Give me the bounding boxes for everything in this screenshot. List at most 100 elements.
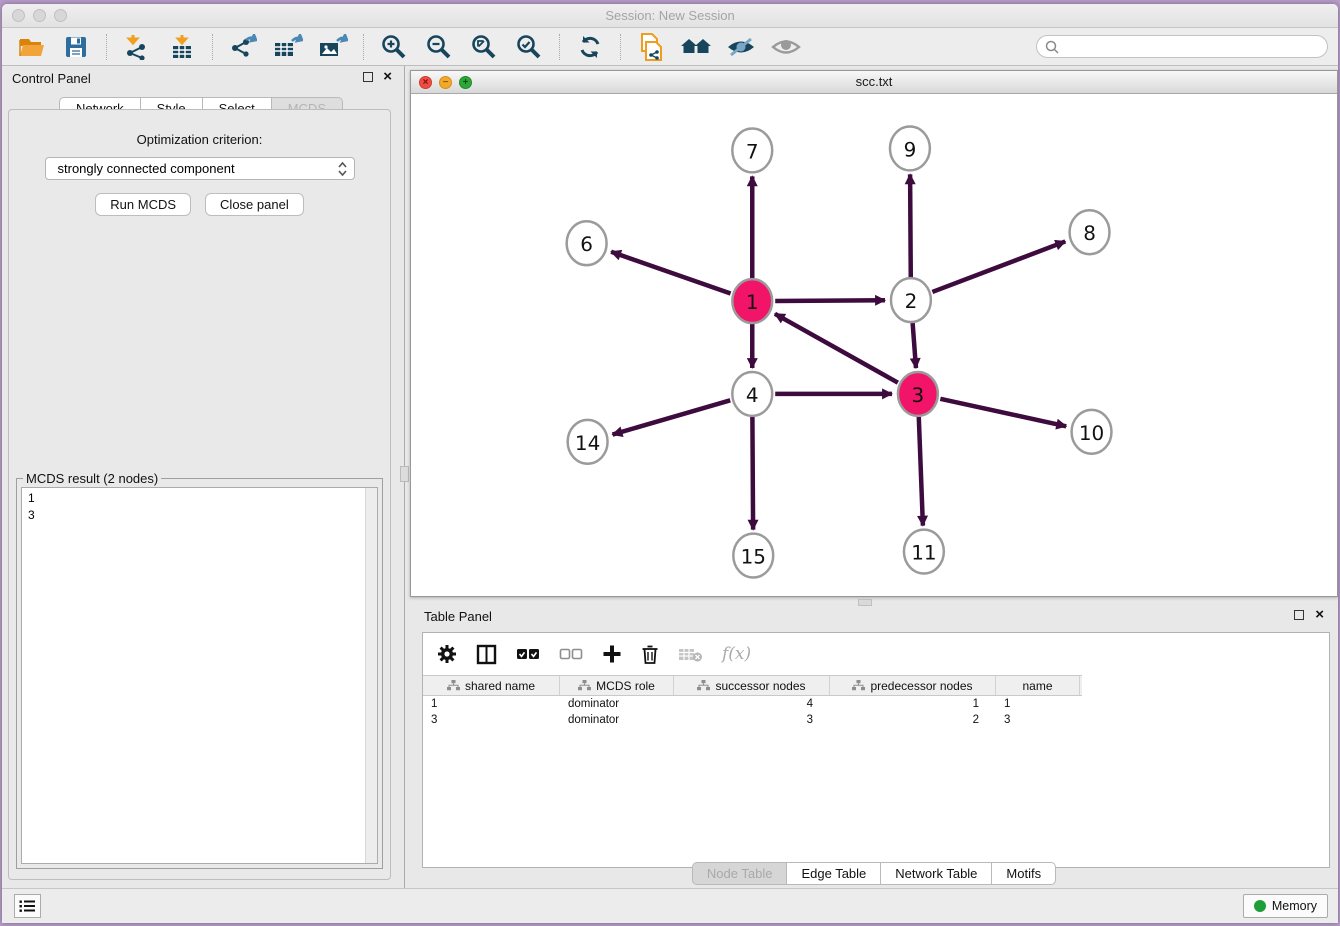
export-image-icon[interactable] [314, 32, 352, 62]
mcds-result-text[interactable]: 13 [21, 487, 378, 864]
home-view-icon[interactable] [677, 32, 715, 62]
graph-node-15[interactable]: 15 [733, 534, 773, 578]
zoom-selected-icon[interactable] [510, 32, 548, 62]
graph-node-11[interactable]: 11 [904, 530, 944, 574]
toolbar-separator [363, 34, 364, 60]
toolbar-separator [212, 34, 213, 60]
import-network-icon[interactable] [118, 32, 156, 62]
graph-edge-1-2[interactable] [775, 300, 885, 301]
network-maximize-icon[interactable]: + [459, 76, 472, 89]
search-field[interactable] [1036, 35, 1328, 58]
network-minimize-icon[interactable]: − [439, 76, 452, 89]
open-session-icon[interactable] [12, 32, 50, 62]
criterion-select[interactable]: strongly connected component [45, 157, 355, 180]
memory-button[interactable]: Memory [1243, 894, 1328, 918]
table-cell[interactable]: dominator [560, 696, 674, 712]
add-column-icon[interactable] [602, 644, 622, 664]
float-table-panel-icon[interactable] [1294, 610, 1304, 620]
graph-node-4[interactable]: 4 [732, 372, 772, 416]
graph-edge-3-1[interactable] [775, 314, 898, 383]
close-panel-button[interactable]: Close panel [205, 193, 304, 216]
close-window-button[interactable] [12, 9, 25, 22]
graph-node-2[interactable]: 2 [891, 278, 931, 322]
column-layout-icon[interactable] [476, 644, 497, 665]
delete-table-icon[interactable] [678, 645, 703, 663]
float-panel-icon[interactable] [363, 72, 373, 82]
table-cell[interactable]: 1 [830, 696, 996, 712]
close-panel-icon[interactable]: × [383, 72, 392, 82]
graph-node-3[interactable]: 3 [898, 372, 938, 416]
export-table-icon[interactable] [269, 32, 307, 62]
graph-edge-3-11[interactable] [919, 417, 923, 526]
select-all-checkboxes-icon[interactable] [516, 647, 540, 661]
table-cell[interactable]: 4 [674, 696, 830, 712]
column-header-shared-name[interactable]: shared name [423, 676, 560, 695]
hide-graphics-details-icon[interactable] [722, 32, 760, 62]
import-table-icon[interactable] [163, 32, 201, 62]
workspace: Control Panel × NetworkStyleSelectMCDS O… [2, 66, 1338, 888]
refresh-layout-icon[interactable] [571, 32, 609, 62]
window-title: Session: New Session [2, 4, 1338, 27]
table-row[interactable]: 3dominator323 [423, 712, 1329, 728]
function-builder-icon[interactable]: f(x) [722, 644, 751, 664]
table-row[interactable]: 1dominator411 [423, 696, 1329, 712]
graph-node-7[interactable]: 7 [732, 128, 772, 172]
graph-edge-2-9[interactable] [910, 174, 911, 277]
table-cell[interactable]: 1 [423, 696, 560, 712]
column-header-MCDS-role[interactable]: MCDS role [560, 676, 674, 695]
settings-icon[interactable] [437, 644, 457, 664]
tab-network-table[interactable]: Network Table [881, 862, 992, 885]
search-input[interactable] [1064, 40, 1319, 54]
table-cell[interactable]: dominator [560, 712, 674, 728]
graph-edge-1-6[interactable] [611, 252, 730, 294]
table-cell[interactable]: 2 [830, 712, 996, 728]
table-cell[interactable]: 3 [674, 712, 830, 728]
column-header-successor-nodes[interactable]: successor nodes [674, 676, 830, 695]
network-graph-canvas[interactable]: 7 9 6 8 1 2 4 3 14 10 15 11 [411, 94, 1337, 596]
run-mcds-button[interactable]: Run MCDS [95, 193, 191, 216]
zoom-fit-icon[interactable] [465, 32, 503, 62]
column-header-name[interactable]: name [996, 676, 1080, 695]
graph-edge-4-14[interactable] [613, 400, 731, 434]
network-window-titlebar[interactable]: × − + scc.txt [411, 71, 1337, 94]
delete-column-icon[interactable] [641, 644, 659, 665]
graph-edge-2-8[interactable] [932, 241, 1065, 291]
zoom-out-icon[interactable] [420, 32, 458, 62]
table-cell[interactable]: 3 [423, 712, 560, 728]
memory-label: Memory [1272, 899, 1317, 913]
mcds-panel: Optimization criterion: strongly connect… [8, 109, 391, 880]
graph-node-10[interactable]: 10 [1072, 410, 1112, 454]
task-history-button[interactable] [14, 894, 41, 918]
close-table-panel-icon[interactable]: × [1315, 610, 1324, 620]
save-session-icon[interactable] [57, 32, 95, 62]
tab-motifs[interactable]: Motifs [992, 862, 1056, 885]
graph-node-14[interactable]: 14 [568, 420, 608, 464]
table-cell[interactable]: 3 [996, 712, 1080, 728]
zoom-in-icon[interactable] [375, 32, 413, 62]
graph-node-9[interactable]: 9 [890, 126, 930, 170]
graph-edge-3-10[interactable] [940, 399, 1066, 426]
task-list-icon [19, 899, 36, 913]
zoom-window-button[interactable] [54, 9, 67, 22]
graph-node-1[interactable]: 1 [732, 279, 772, 323]
minimize-window-button[interactable] [33, 9, 46, 22]
graph-edge-2-3[interactable] [913, 323, 916, 368]
network-close-icon[interactable]: × [419, 76, 432, 89]
criterion-value: strongly connected component [58, 161, 337, 176]
show-graphics-details-icon[interactable] [767, 32, 805, 62]
memory-status-icon [1254, 900, 1266, 912]
mcds-result-group: MCDS result (2 nodes) 13 [16, 478, 383, 869]
export-network-icon[interactable] [224, 32, 262, 62]
graph-edge-4-15[interactable] [752, 417, 753, 530]
graph-node-6[interactable]: 6 [567, 221, 607, 265]
graph-node-8[interactable]: 8 [1070, 210, 1110, 254]
select-stepper-icon [337, 161, 348, 177]
column-header-predecessor-nodes[interactable]: predecessor nodes [830, 676, 996, 695]
deselect-all-checkboxes-icon[interactable] [559, 647, 583, 661]
tab-edge-table[interactable]: Edge Table [787, 862, 881, 885]
vertical-splitter-handle[interactable] [400, 466, 409, 482]
table-cell[interactable]: 1 [996, 696, 1080, 712]
result-scrollbar[interactable] [365, 488, 377, 863]
tab-node-table[interactable]: Node Table [692, 862, 788, 885]
clone-network-icon[interactable] [632, 32, 670, 62]
